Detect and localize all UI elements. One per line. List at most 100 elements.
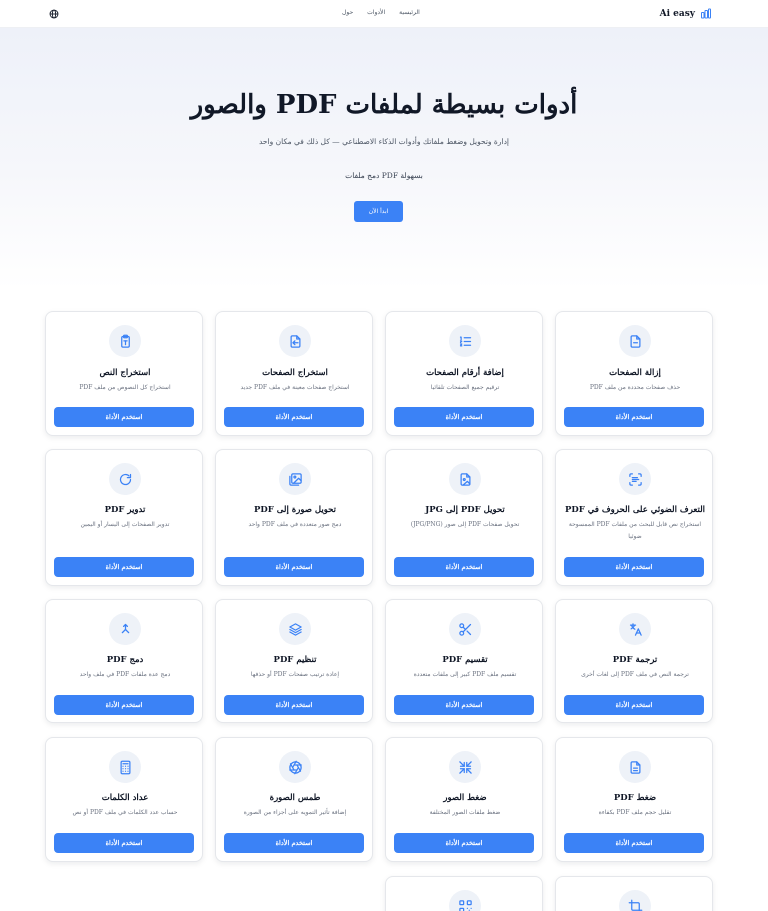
use-tool-button[interactable]: استخدم الأداة [564,557,704,577]
tool-card[interactable]: إزالة الصفحات حذف صفحات محددة من ملف PDF ا… [555,311,713,436]
hero-subtitle: إدارة وتحويل وضغط ملفاتك وأدوات الذكاء ا… [259,137,509,146]
get-started-button[interactable]: ابدأ الآن [354,201,403,222]
hero-section: أدوات بسيطة لملفات PDF والصور إدارة وتحو… [0,28,768,290]
tool-description: حذف صفحات محددة من ملف PDF [589,384,681,391]
use-tool-button[interactable]: استخدم الأداة [224,695,364,715]
scan-text-icon [628,472,642,486]
tool-card[interactable]: التعرف الضوئي على الحروف في PDF استخراج ن… [555,449,713,586]
use-tool-button[interactable]: استخدم الأداة [394,695,534,715]
file-image-icon [460,472,470,486]
tool-icon-badge [449,613,481,645]
tool-description: ضغط ملفات الصور المختلفة [429,809,501,816]
tool-card[interactable]: ترجمة PDF ترجمة النص في ملف PDF إلى لغات … [555,599,713,723]
crop-icon [628,899,642,911]
tool-icon-badge [279,751,311,783]
globe-icon[interactable] [49,9,59,19]
file-export-icon [290,334,300,348]
use-tool-button[interactable]: استخدم الأداة [224,407,364,427]
tool-description: ترقيم جميع الصفحات تلقائيا [430,384,500,391]
use-tool-button[interactable]: استخدم الأداة [564,407,704,427]
tool-card[interactable]: عداد الكلمات حساب عدد الكلمات في ملف PDF … [45,737,203,862]
clipboard-text-icon [120,334,130,348]
tool-title: تحويل PDF إلى JPG [425,505,505,515]
nav-link-about[interactable]: حول [342,9,353,16]
tool-title: استخراج الصفحات [262,368,328,378]
tool-card[interactable]: ضغط PDF تقليل حجم ملف PDF بكفاءة استخدم ال… [555,737,713,862]
tool-card[interactable]: ضغط الصور ضغط ملفات الصور المختلفة استخدم … [385,737,543,862]
calculator-icon [120,760,130,774]
tool-title: استخراج النص [99,368,151,378]
tool-title: ترجمة PDF [612,655,658,665]
use-tool-button[interactable]: استخدم الأداة [54,557,194,577]
use-tool-button[interactable]: استخدم الأداة [54,833,194,853]
tool-icon-badge [109,613,141,645]
images-icon [288,472,302,486]
tool-card[interactable]: استخراج الصفحات استخراج صفحات معينة في مل… [215,311,373,436]
use-tool-button[interactable]: استخدم الأداة [54,695,194,715]
use-tool-button[interactable]: استخدم الأداة [394,557,534,577]
tool-card[interactable]: تنظيم PDF إعادة ترتيب صفحات PDF أو حذفها ا… [215,599,373,723]
tool-icon-badge [619,325,651,357]
tool-card[interactable]: دمج PDF دمج عدة ملفات PDF في ملف واحد استخ… [45,599,203,723]
tool-card[interactable]: تحويل PDF إلى JPG تحويل صفحات PDF إلى صور… [385,449,543,586]
nav-link-tools[interactable]: الأدوات [367,9,385,16]
tool-title: إضافة أرقام الصفحات [426,368,504,378]
tool-description: تحويل صفحات PDF إلى صور (JPG/PNG) [410,521,520,528]
tool-description: استخراج صفحات معينة في ملف PDF جديد [240,384,350,391]
tool-title: ضغط PDF [613,793,657,803]
tool-icon-badge [279,325,311,357]
tool-icon-badge [449,890,481,911]
use-tool-button[interactable]: استخدم الأداة [394,407,534,427]
tool-title: تنظيم PDF [273,655,317,665]
translate-icon [629,622,642,636]
tool-card[interactable] [555,876,713,911]
tool-title: عداد الكلمات [101,793,149,803]
hero-tagline: بسهولة PDF دمج ملفات [345,171,423,180]
merge-icon [121,623,129,633]
tool-icon-badge [449,325,481,357]
file-minus-icon [630,334,640,348]
tool-icon-badge [109,751,141,783]
tool-title: ضغط الصور [443,793,487,803]
qr-code-icon [458,899,472,911]
tool-card[interactable] [385,876,543,911]
tool-title: تقسيم PDF [442,655,488,665]
use-tool-button[interactable]: استخدم الأداة [54,407,194,427]
tool-description: ترجمة النص في ملف PDF إلى لغات أخرى [581,671,689,678]
tool-card[interactable]: تحويل صورة إلى PDF دمج صور متعددة في ملف … [215,449,373,586]
tool-description: إضافة تأثير التمويه على أجزاء من الصورة [243,809,347,816]
use-tool-button[interactable]: استخدم الأداة [394,833,534,853]
tool-description: دمج صور متعددة في ملف PDF واحد [248,521,342,528]
tool-card[interactable]: استخراج النص استخراج كل النصوص من ملف PDF… [45,311,203,436]
tool-icon-badge [109,325,141,357]
tool-title: التعرف الضوئي على الحروف في PDF [564,505,706,515]
nav-links: الرئيسية الأدوات حول [342,9,420,16]
tool-icon-badge [449,463,481,495]
tool-title: تدوير PDF [104,505,146,515]
tool-card[interactable]: تدوير PDF تدوير الصفحات إلى اليسار أو الي… [45,449,203,586]
tool-icon-badge [109,463,141,495]
hero-title: أدوات بسيطة لملفات PDF والصور [190,90,578,120]
tool-title: تحويل صورة إلى PDF [254,505,336,515]
tool-title: طمس الصورة [269,793,321,803]
logo-icon [701,8,711,19]
rotate-icon [119,473,131,485]
use-tool-button[interactable]: استخدم الأداة [564,833,704,853]
tool-card[interactable]: طمس الصورة إضافة تأثير التمويه على أجزاء … [215,737,373,862]
tool-icon-badge [279,463,311,495]
brand[interactable]: Ai easy [660,7,712,21]
use-tool-button[interactable]: استخدم الأداة [564,695,704,715]
tool-card[interactable]: إضافة أرقام الصفحات ترقيم جميع الصفحات تل… [385,311,543,436]
nav-link-home[interactable]: الرئيسية [399,9,420,16]
minimize-icon [458,760,472,774]
use-tool-button[interactable]: استخدم الأداة [224,833,364,853]
tool-description: إعادة ترتيب صفحات PDF أو حذفها [250,671,340,678]
layers-icon [288,622,302,636]
tool-icon-badge [279,613,311,645]
tool-title: إزالة الصفحات [609,368,661,378]
tool-icon-badge [619,890,651,911]
aperture-icon [288,760,302,774]
list-ordered-icon [459,336,471,346]
use-tool-button[interactable]: استخدم الأداة [224,557,364,577]
tool-card[interactable]: تقسيم PDF تقسيم ملف PDF كبير إلى ملفات مت… [385,599,543,723]
